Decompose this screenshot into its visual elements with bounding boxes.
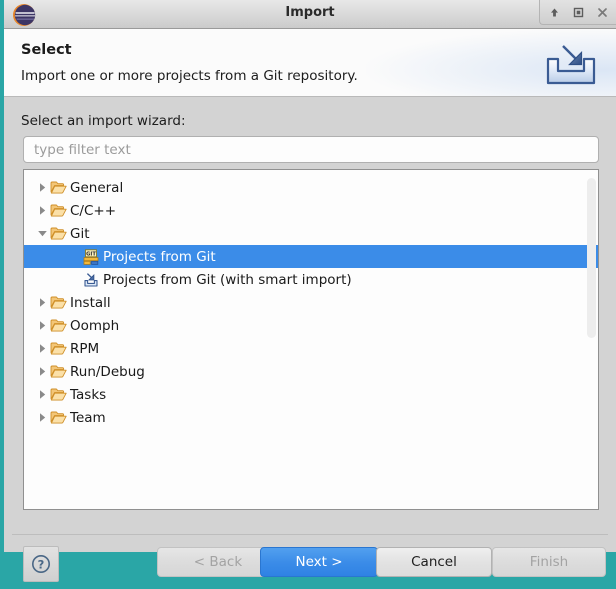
tree-item-label: Run/Debug [70,363,145,380]
tree-item[interactable]: Git [24,222,598,245]
filter-input[interactable] [23,136,599,163]
chevron-right-icon[interactable] [36,406,49,429]
folder-icon [49,409,67,427]
button-bar-separator [12,534,608,535]
tree-item[interactable]: Run/Debug [24,360,598,383]
folder-icon [49,340,67,358]
chevron-right-icon[interactable] [36,176,49,199]
chevron-right-icon[interactable] [36,291,49,314]
tree-rows: General C/C++ Git GIT Projects from Git Proje… [24,170,598,429]
window-title: Import [285,5,335,20]
import-wizard-tree[interactable]: General C/C++ Git GIT Projects from Git Proje… [23,169,599,510]
svg-text:GIT: GIT [86,251,96,257]
import-dialog-window: Import Select Import one or more project… [4,0,616,582]
chevron-right-icon[interactable] [36,383,49,406]
tree-item-label: Projects from Git (with smart import) [103,271,352,288]
tree-item-label: Projects from Git [103,248,216,265]
maximize-button[interactable] [566,1,590,23]
tree-item-label: Team [70,409,106,426]
chevron-right-icon[interactable] [36,199,49,222]
import-arrow-tray-icon [540,41,602,89]
wizard-label: Select an import wizard: [21,113,186,129]
tree-item[interactable]: Projects from Git (with smart import) [24,268,598,291]
tree-item[interactable]: Oomph [24,314,598,337]
dialog-body: Select an import wizard: General C/C++ Git… [4,97,616,582]
folder-icon [49,202,67,220]
chevron-right-icon[interactable] [36,337,49,360]
tree-scrollbar[interactable] [587,174,596,507]
tree-item-label: Install [70,294,111,311]
tree-scrollbar-thumb[interactable] [587,178,596,338]
wizard-header: Select Import one or more projects from … [4,29,616,97]
help-question-icon: ? [32,555,50,573]
page-description: Import one or more projects from a Git r… [21,68,358,84]
chevron-right-icon[interactable] [36,314,49,337]
git-badge-icon: GIT [82,248,100,266]
tree-item[interactable]: General [24,176,598,199]
tree-item[interactable]: Tasks [24,383,598,406]
folder-icon [49,363,67,381]
tree-item[interactable]: GIT Projects from Git [24,245,598,268]
svg-text:?: ? [38,557,45,571]
folder-icon [49,386,67,404]
close-button[interactable] [590,1,614,23]
tree-item[interactable]: Install [24,291,598,314]
tree-item-label: General [70,179,124,196]
shade-button[interactable] [542,1,566,23]
tree-item[interactable]: RPM [24,337,598,360]
tree-item-label: RPM [70,340,100,357]
folder-icon [49,294,67,312]
tree-item-label: Oomph [70,317,120,334]
help-button[interactable]: ? [23,546,59,582]
button-bar: ? < Back Next > Cancel Finish [4,543,616,589]
folder-icon [49,225,67,243]
folder-icon [49,317,67,335]
tree-item-label: Git [70,225,90,242]
page-title: Select [21,42,72,58]
window-controls [539,0,616,25]
tree-item-label: C/C++ [70,202,117,219]
smart-import-icon [82,271,100,289]
tree-item[interactable]: C/C++ [24,199,598,222]
tree-item[interactable]: Team [24,406,598,429]
folder-icon [49,179,67,197]
chevron-right-icon[interactable] [36,360,49,383]
chevron-down-icon[interactable] [36,222,49,245]
tree-item-label: Tasks [70,386,107,403]
title-bar[interactable]: Import [4,0,616,29]
